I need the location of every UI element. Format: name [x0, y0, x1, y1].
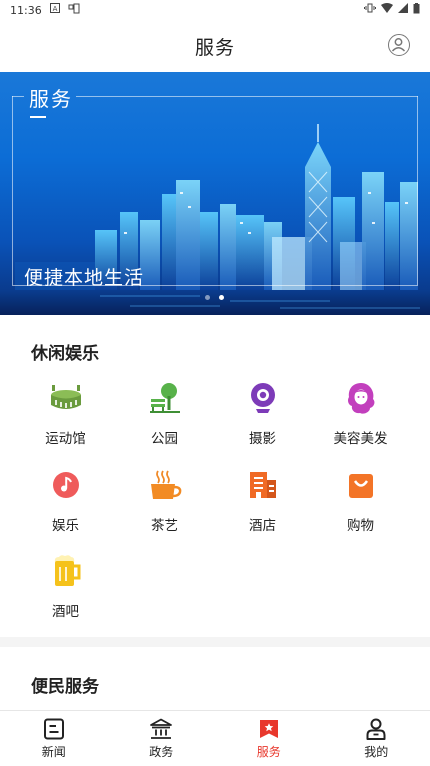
leisure-item-shopping[interactable]: 购物 [307, 468, 414, 538]
tea-cup-icon [148, 468, 182, 502]
banner-tag: 服务 [29, 87, 73, 111]
bottom-navigation: 新闻 政务 服务 我的 [0, 710, 430, 766]
app-header: 服务 [0, 20, 430, 72]
status-bar: 11:36 A [0, 0, 430, 20]
park-icon [148, 381, 182, 415]
banner-caption: 便捷本地生活 [24, 267, 145, 289]
vibrate-icon [364, 3, 376, 17]
leisure-item-label: 公园 [151, 431, 178, 447]
status-time: 11:36 [10, 3, 42, 17]
carousel-indicator [205, 295, 224, 300]
music-icon [49, 468, 83, 502]
svg-text:A: A [52, 5, 57, 13]
stadium-icon [49, 381, 83, 415]
nav-tab-label: 政务 [149, 745, 174, 759]
notification-icon: A [49, 3, 60, 17]
leisure-section: 休闲娱乐 运动馆 公园 摄影 美容美发 娱乐 茶艺 酒店 购物 酒吧 [0, 315, 430, 637]
service-icon [259, 720, 278, 738]
hotel-icon [246, 468, 280, 502]
leisure-item-beauty-salon[interactable]: 美容美发 [307, 381, 414, 451]
signal-icon [398, 3, 408, 17]
nav-tab-service[interactable]: 服务 [215, 711, 323, 766]
banner-frame [12, 96, 418, 286]
page-title: 服务 [194, 36, 235, 59]
nav-tab-label: 新闻 [41, 745, 66, 759]
leisure-item-stadium[interactable]: 运动馆 [12, 381, 119, 451]
user-icon [391, 38, 406, 52]
service-screen: 11:36 A 服务 服务 便捷本地生活 休闲娱乐 运动馆 公园 摄影 美容美发… [0, 0, 430, 766]
news-icon [43, 718, 64, 740]
leisure-item-label: 茶艺 [151, 518, 178, 534]
leisure-item-label: 摄影 [249, 431, 276, 447]
beer-icon [49, 554, 83, 588]
wifi-icon [381, 3, 393, 17]
nav-tab-government[interactable]: 政务 [108, 711, 216, 766]
leisure-item-label: 酒店 [249, 518, 276, 534]
app-notification-icon [68, 3, 80, 18]
leisure-item-label: 购物 [347, 518, 374, 534]
banner-carousel[interactable]: 服务 便捷本地生活 [0, 72, 430, 315]
nav-tab-mine[interactable]: 我的 [323, 711, 430, 766]
nav-tab-news[interactable]: 新闻 [0, 711, 108, 766]
user-icon [366, 718, 386, 740]
carousel-dot[interactable] [205, 295, 210, 300]
section-title: 便民服务 [31, 677, 99, 697]
webcam-icon [246, 381, 280, 415]
leisure-item-label: 酒吧 [52, 604, 79, 620]
leisure-item-photography[interactable]: 摄影 [209, 381, 316, 451]
nav-tab-label: 我的 [364, 745, 389, 759]
leisure-item-park[interactable]: 公园 [111, 381, 218, 451]
shopping-bag-icon [344, 468, 378, 502]
leisure-item-label: 运动馆 [45, 431, 86, 447]
leisure-item-label: 美容美发 [333, 431, 388, 447]
government-icon [150, 718, 173, 739]
leisure-item-label: 娱乐 [52, 518, 79, 534]
convenience-section: 便民服务 [0, 647, 430, 710]
nav-tab-label: 服务 [256, 745, 281, 759]
leisure-item-tea[interactable]: 茶艺 [111, 468, 218, 538]
profile-button[interactable] [388, 34, 410, 56]
carousel-dot-active[interactable] [219, 295, 224, 300]
salon-icon [344, 381, 378, 415]
leisure-item-entertainment[interactable]: 娱乐 [12, 468, 119, 538]
leisure-item-bar[interactable]: 酒吧 [12, 554, 119, 624]
section-title: 休闲娱乐 [31, 344, 99, 364]
battery-icon [413, 2, 420, 18]
leisure-item-hotel[interactable]: 酒店 [209, 468, 316, 538]
